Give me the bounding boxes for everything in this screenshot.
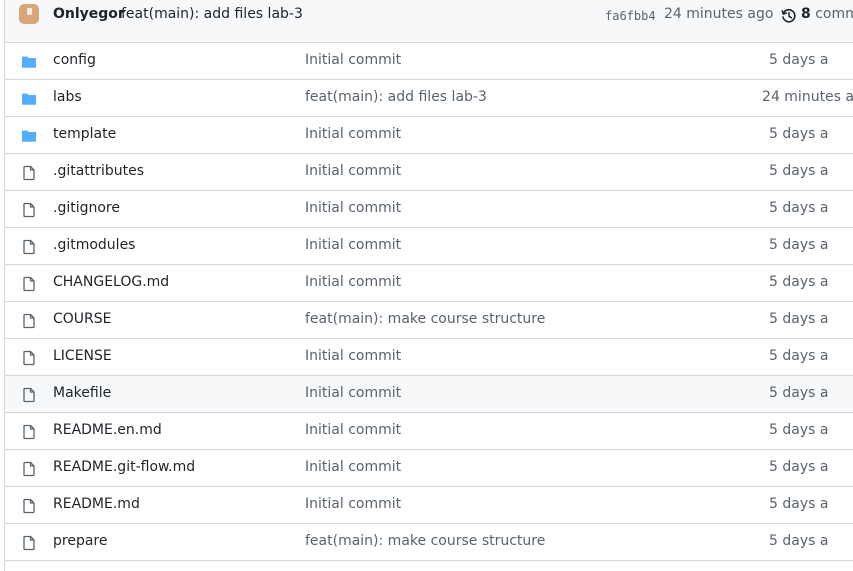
file-name-link[interactable]: template <box>53 126 116 142</box>
file-icon <box>21 350 37 366</box>
file-commit-time: 5 days a <box>769 163 829 179</box>
folder-icon <box>21 91 37 107</box>
file-name-link[interactable]: LICENSE <box>53 348 112 364</box>
file-icon <box>21 535 37 551</box>
file-commit-message-link[interactable]: Initial commit <box>305 237 401 253</box>
file-commit-time: 5 days a <box>769 459 829 475</box>
commit-author-link[interactable]: Onlyegor <box>53 6 125 22</box>
commits-count: 8 <box>801 6 811 22</box>
file-name-link[interactable]: README.md <box>53 496 140 512</box>
file-commit-message-link[interactable]: Initial commit <box>305 348 401 364</box>
file-commit-message-link[interactable]: Initial commit <box>305 422 401 438</box>
file-commit-message-link[interactable]: Initial commit <box>305 459 401 475</box>
file-commit-time: 5 days a <box>769 274 829 290</box>
file-commit-time: 5 days a <box>769 237 829 253</box>
file-commit-message-link[interactable]: Initial commit <box>305 200 401 216</box>
file-row[interactable]: README.en.md Initial commit 5 days a <box>5 413 853 450</box>
avatar[interactable] <box>19 4 39 24</box>
file-commit-time: 5 days a <box>769 348 829 364</box>
file-row[interactable]: CHANGELOG.md Initial commit 5 days a <box>5 265 853 302</box>
file-commit-time: 5 days a <box>769 533 829 549</box>
file-commit-time: 5 days a <box>769 126 829 142</box>
file-row[interactable]: template Initial commit 5 days a <box>5 117 853 154</box>
file-commit-message-link[interactable]: Initial commit <box>305 163 401 179</box>
file-row[interactable]: LICENSE Initial commit 5 days a <box>5 339 853 376</box>
folder-icon <box>21 128 37 144</box>
latest-commit-bar: Onlyegor feat(main): add files lab-3 fa6… <box>5 0 853 43</box>
file-name-link[interactable]: Makefile <box>53 385 111 401</box>
file-commit-message-link[interactable]: feat(main): add files lab-3 <box>305 89 487 105</box>
file-commit-message-link[interactable]: feat(main): make course structure <box>305 311 545 327</box>
file-icon <box>21 498 37 514</box>
file-name-link[interactable]: README.en.md <box>53 422 162 438</box>
file-commit-time: 5 days a <box>769 422 829 438</box>
file-commit-message-link[interactable]: Initial commit <box>305 385 401 401</box>
file-commit-message-link[interactable]: Initial commit <box>305 274 401 290</box>
file-commit-message-link[interactable]: Initial commit <box>305 52 401 68</box>
commit-message-link[interactable]: feat(main): add files lab-3 <box>121 6 303 22</box>
file-row[interactable]: .gitignore Initial commit 5 days a <box>5 191 853 228</box>
file-commit-message-link[interactable]: Initial commit <box>305 126 401 142</box>
commit-time: 24 minutes ago <box>664 6 774 22</box>
file-row[interactable]: README.git-flow.md Initial commit 5 days a <box>5 450 853 487</box>
file-commit-time: 5 days a <box>769 385 829 401</box>
file-row[interactable]: .gitmodules Initial commit 5 days a <box>5 228 853 265</box>
file-icon <box>21 202 37 218</box>
file-commit-time: 5 days a <box>769 200 829 216</box>
file-icon <box>21 461 37 477</box>
commits-count-link[interactable]: 8 comm <box>801 6 853 22</box>
file-commit-message-link[interactable]: feat(main): make course structure <box>305 533 545 549</box>
file-row[interactable]: prepare feat(main): make course structure… <box>5 524 853 561</box>
file-name-link[interactable]: .gitignore <box>53 200 120 216</box>
file-commit-time: 5 days a <box>769 52 829 68</box>
file-row[interactable]: Makefile Initial commit 5 days a <box>5 376 853 413</box>
file-icon <box>21 239 37 255</box>
file-icon <box>21 387 37 403</box>
file-icon <box>21 276 37 292</box>
file-browser: Onlyegor feat(main): add files lab-3 fa6… <box>4 0 853 571</box>
file-row[interactable]: COURSE feat(main): make course structure 5… <box>5 302 853 339</box>
file-row[interactable]: README.md Initial commit 5 days a <box>5 487 853 524</box>
file-row[interactable]: config Initial commit 5 days a <box>5 43 853 80</box>
file-name-link[interactable]: COURSE <box>53 311 112 327</box>
file-name-link[interactable]: CHANGELOG.md <box>53 274 169 290</box>
file-name-link[interactable]: config <box>53 52 96 68</box>
file-commit-time: 5 days a <box>769 496 829 512</box>
file-commit-time: 5 days a <box>769 311 829 327</box>
file-commit-time: 24 minutes a <box>762 89 853 105</box>
commits-label: comm <box>815 6 853 22</box>
file-name-link[interactable]: labs <box>53 89 82 105</box>
folder-icon <box>21 54 37 70</box>
file-row[interactable]: .gitattributes Initial commit 5 days a <box>5 154 853 191</box>
file-name-link[interactable]: README.git-flow.md <box>53 459 195 475</box>
file-name-link[interactable]: .gitmodules <box>53 237 135 253</box>
commit-sha-link[interactable]: fa6fbb4 <box>605 9 656 23</box>
file-icon <box>21 313 37 329</box>
file-icon <box>21 165 37 181</box>
file-commit-message-link[interactable]: Initial commit <box>305 496 401 512</box>
history-icon[interactable] <box>781 8 797 24</box>
file-name-link[interactable]: .gitattributes <box>53 163 144 179</box>
file-row[interactable]: labs feat(main): add files lab-3 24 minute… <box>5 80 853 117</box>
file-icon <box>21 424 37 440</box>
file-name-link[interactable]: prepare <box>53 533 107 549</box>
